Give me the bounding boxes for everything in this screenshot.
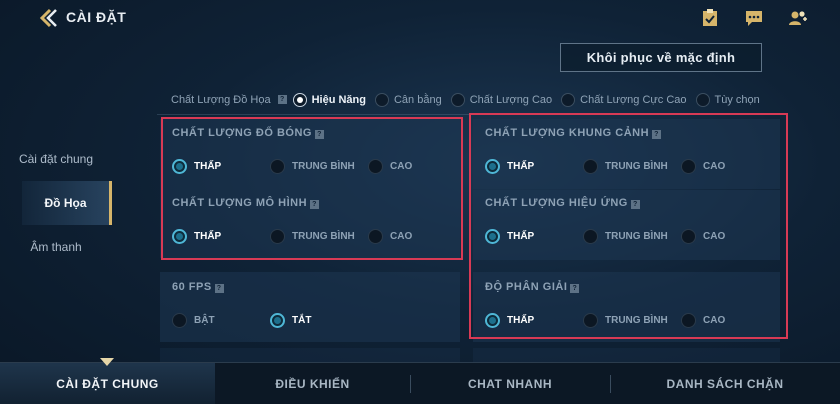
radio-icon bbox=[583, 313, 598, 328]
preset-option-label: Cân bằng bbox=[393, 93, 442, 106]
preset-option-label: Tùy chọn bbox=[714, 93, 760, 106]
option-label: CAO bbox=[703, 161, 726, 172]
clipboard-check-icon[interactable] bbox=[700, 8, 720, 28]
option-label: CAO bbox=[390, 161, 413, 172]
radio-selected-icon bbox=[485, 229, 500, 244]
fps-option-off[interactable]: TẮT bbox=[270, 313, 311, 328]
friends-icon[interactable] bbox=[788, 8, 808, 28]
preset-option-label: Chất Lượng Cao bbox=[469, 93, 553, 106]
help-icon[interactable]: ? bbox=[630, 200, 640, 209]
radio-icon bbox=[561, 92, 576, 107]
radio-icon bbox=[450, 92, 465, 107]
model-option-high[interactable]: CAO bbox=[368, 229, 412, 244]
model-option-low[interactable]: THẤP bbox=[172, 229, 221, 244]
page-title: CÀI ĐẶT bbox=[66, 9, 127, 25]
radio-icon bbox=[583, 229, 598, 244]
chat-icon[interactable] bbox=[744, 8, 764, 28]
preset-label: Chất Lượng Đồ Họa bbox=[171, 93, 271, 106]
chevron-left-icon[interactable] bbox=[38, 7, 60, 29]
resolution-option-low[interactable]: THẤP bbox=[485, 313, 534, 328]
radio-icon bbox=[270, 229, 285, 244]
next-panel-peek bbox=[160, 348, 460, 362]
radio-icon bbox=[368, 159, 383, 174]
effects-quality-title: CHẤT LƯỢNG HIỆU ỨNG? bbox=[485, 197, 646, 209]
help-icon[interactable]: ? bbox=[314, 130, 324, 139]
radio-selected-icon bbox=[292, 92, 307, 107]
help-icon[interactable]: ? bbox=[310, 200, 320, 209]
radio-icon bbox=[583, 159, 598, 174]
option-label: BẬT bbox=[194, 315, 215, 326]
scene-option-high[interactable]: CAO bbox=[681, 159, 725, 174]
bottom-tab-bar: CÀI ĐẶT CHUNG ĐIỀU KHIỂN CHAT NHANH DANH… bbox=[0, 358, 840, 404]
tab-quick-chat[interactable]: CHAT NHANH bbox=[410, 363, 610, 404]
resolution-title: ĐỘ PHÂN GIẢI? bbox=[485, 281, 585, 293]
preset-option-custom[interactable]: Tùy chọn bbox=[695, 92, 760, 107]
effects-option-low[interactable]: THẤP bbox=[485, 229, 534, 244]
option-label: TẮT bbox=[292, 315, 312, 326]
sidebar-item-sound[interactable]: Âm thanh bbox=[0, 240, 112, 254]
radio-selected-icon bbox=[485, 313, 500, 328]
option-label: CAO bbox=[703, 315, 726, 326]
scene-option-medium[interactable]: TRUNG BÌNH bbox=[583, 159, 668, 174]
sidebar-item-general[interactable]: Cài đặt chung bbox=[0, 152, 112, 166]
radio-selected-icon bbox=[485, 159, 500, 174]
radio-icon bbox=[681, 229, 696, 244]
option-label: THẤP bbox=[507, 231, 535, 242]
scene-quality-title: CHẤT LƯỢNG KHUNG CẢNH? bbox=[485, 127, 667, 139]
shadow-option-low[interactable]: THẤP bbox=[172, 159, 221, 174]
radio-selected-icon bbox=[172, 159, 187, 174]
effects-option-medium[interactable]: TRUNG BÌNH bbox=[583, 229, 668, 244]
radio-icon bbox=[374, 92, 389, 107]
option-label: THẤP bbox=[194, 161, 222, 172]
model-quality-title: CHẤT LƯỢNG MÔ HÌNH? bbox=[172, 197, 325, 209]
graphics-preset-row: Chất Lượng Đồ Họa ? Hiệu Năng Cân bằng C… bbox=[157, 85, 780, 115]
option-label: CAO bbox=[390, 231, 413, 242]
shadow-option-high[interactable]: CAO bbox=[368, 159, 412, 174]
radio-icon bbox=[270, 159, 285, 174]
radio-icon bbox=[368, 229, 383, 244]
option-label: TRUNG BÌNH bbox=[605, 315, 668, 326]
resolution-option-high[interactable]: CAO bbox=[681, 313, 725, 328]
next-panel-peek bbox=[473, 348, 780, 362]
shadow-quality-title: CHẤT LƯỢNG ĐỔ BÓNG? bbox=[172, 127, 330, 139]
radio-selected-icon bbox=[172, 229, 187, 244]
radio-icon bbox=[695, 92, 710, 107]
option-label: THẤP bbox=[507, 161, 535, 172]
preset-option-balanced[interactable]: Cân bằng bbox=[374, 92, 442, 107]
preset-option-label: Hiệu Năng bbox=[311, 93, 366, 106]
fps-title: 60 FPS? bbox=[172, 281, 230, 293]
fps-option-on[interactable]: BẬT bbox=[172, 313, 215, 328]
tab-controls[interactable]: ĐIỀU KHIỂN bbox=[215, 363, 410, 404]
preset-option-label: Chất Lượng Cực Cao bbox=[580, 93, 687, 106]
effects-option-high[interactable]: CAO bbox=[681, 229, 725, 244]
preset-option-ultra[interactable]: Chất Lượng Cực Cao bbox=[561, 92, 687, 107]
option-label: TRUNG BÌNH bbox=[605, 161, 668, 172]
scene-option-low[interactable]: THẤP bbox=[485, 159, 534, 174]
option-label: THẤP bbox=[507, 315, 535, 326]
tab-active-marker-icon bbox=[100, 358, 114, 366]
resolution-option-medium[interactable]: TRUNG BÌNH bbox=[583, 313, 668, 328]
tab-block-list[interactable]: DANH SÁCH CHẶN bbox=[610, 363, 840, 404]
shadow-option-medium[interactable]: TRUNG BÌNH bbox=[270, 159, 355, 174]
option-label: TRUNG BÌNH bbox=[605, 231, 668, 242]
option-label: CAO bbox=[703, 231, 726, 242]
help-icon[interactable]: ? bbox=[652, 130, 662, 139]
radio-icon bbox=[172, 313, 187, 328]
radio-selected-icon bbox=[270, 313, 285, 328]
help-icon[interactable]: ? bbox=[277, 95, 287, 104]
option-label: TRUNG BÌNH bbox=[292, 231, 355, 242]
help-icon[interactable]: ? bbox=[214, 284, 224, 293]
help-icon[interactable]: ? bbox=[570, 284, 580, 293]
sidebar-item-graphics[interactable]: Đồ Họa bbox=[22, 181, 112, 225]
option-label: THẤP bbox=[194, 231, 222, 242]
radio-icon bbox=[681, 313, 696, 328]
model-option-medium[interactable]: TRUNG BÌNH bbox=[270, 229, 355, 244]
radio-icon bbox=[681, 159, 696, 174]
preset-option-performance[interactable]: Hiệu Năng bbox=[292, 92, 366, 107]
preset-option-high[interactable]: Chất Lượng Cao bbox=[450, 92, 553, 107]
option-label: TRUNG BÌNH bbox=[292, 161, 355, 172]
top-bar: CÀI ĐẶT bbox=[0, 0, 840, 36]
reset-default-button[interactable]: Khôi phục về mặc định bbox=[560, 43, 762, 72]
